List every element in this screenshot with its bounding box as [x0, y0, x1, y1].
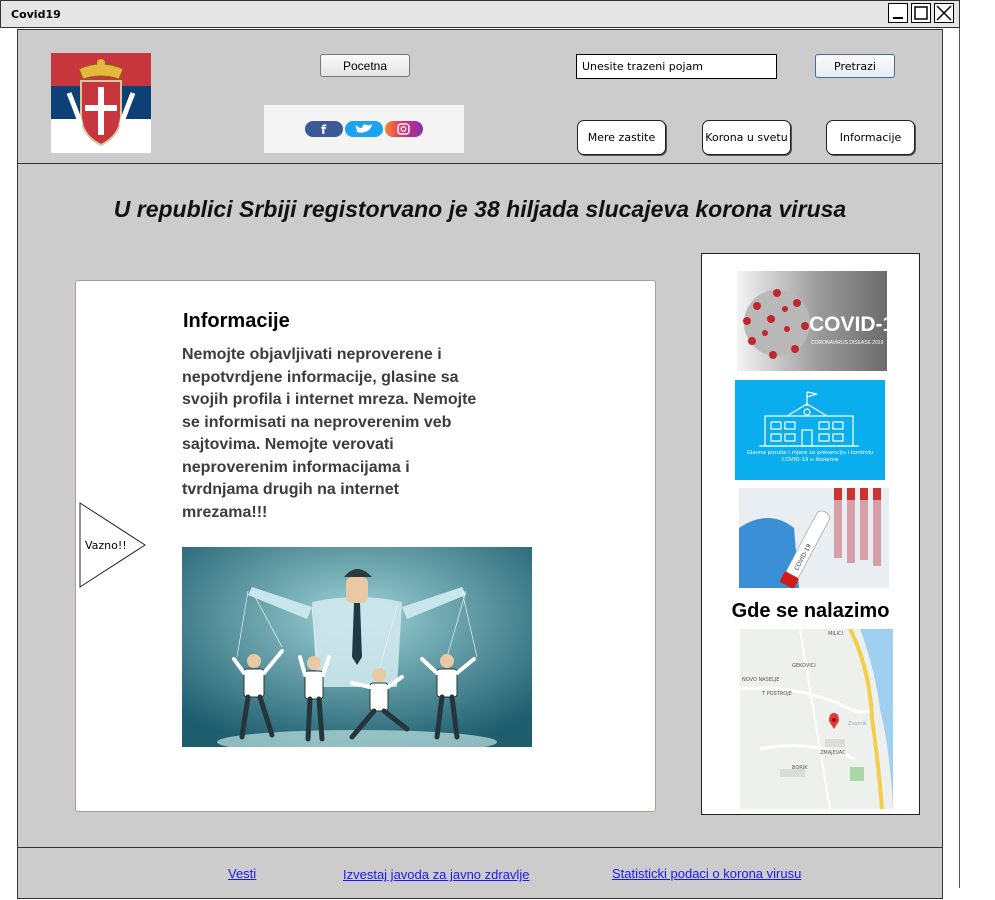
school-card-caption: Glavne poruke i mjere za prevenciju i ko…: [746, 450, 874, 463]
twitter-icon[interactable]: [345, 121, 383, 137]
search-button[interactable]: Pretrazi: [815, 54, 895, 78]
covid-banner-subtitle: CORONAVIRUS DISEASE 2019: [811, 340, 884, 346]
school-guidelines-image[interactable]: Glavne poruke i mjere za prevenciju i ko…: [735, 380, 885, 480]
window-title: Covid19: [11, 8, 61, 21]
minimize-button[interactable]: [888, 3, 908, 23]
serbia-flag-logo: [51, 53, 151, 153]
footer-link-izvestaj[interactable]: Izvestaj javoda za javno zdravlje: [343, 867, 529, 882]
maximize-button[interactable]: [911, 3, 931, 23]
nav-informacije[interactable]: Informacije: [826, 120, 915, 155]
social-links: f: [264, 105, 464, 153]
page-headline: U republici Srbiji registorvano je 38 hi…: [113, 196, 847, 222]
footer-link-vesti[interactable]: Vesti: [228, 866, 256, 881]
map-label-postroje: T POSTROJE: [761, 691, 792, 697]
search-input[interactable]: Unesite trazeni pojam: [576, 54, 777, 79]
nav-korona-u-svetu[interactable]: Korona u svetu: [702, 120, 791, 155]
header-divider: [18, 163, 942, 164]
puppet-illustration: [182, 547, 532, 754]
location-map[interactable]: MILICI GEKOVICI NOVO NASELJE T POSTROJE …: [740, 629, 893, 809]
covid19-banner-image[interactable]: COVID-19 CORONAVIRUS DISEASE 2019: [737, 271, 906, 371]
vazno-callout-text: Vazno!!: [85, 539, 127, 552]
close-icon: [936, 5, 952, 21]
covid-banner-title: COVID-19: [809, 313, 887, 336]
map-label-zmajevac: ZMAJEVAC: [820, 750, 846, 756]
footer-link-statisticki-podaci[interactable]: Statisticki podaci o korona virusu: [612, 866, 801, 881]
map-label-zvornik: Zvornik: [848, 721, 867, 727]
map-label-milici: MILICI: [828, 631, 843, 637]
svg-text:f: f: [321, 123, 327, 137]
minimize-icon: [893, 17, 903, 19]
nav-mere-zastite[interactable]: Mere zastite: [577, 120, 666, 155]
instagram-icon[interactable]: [385, 121, 423, 137]
maximize-icon: [914, 6, 928, 20]
info-title: Informacije: [183, 310, 290, 332]
map-label-gekovici: GEKOVICI: [792, 663, 816, 669]
window-titlebar: Covid19: [0, 0, 960, 28]
map-label-borik: BORIK: [792, 765, 808, 771]
facebook-icon[interactable]: f: [305, 121, 343, 137]
footer-divider: [18, 847, 942, 848]
close-button[interactable]: [934, 3, 954, 23]
home-button[interactable]: Pocetna: [320, 54, 410, 77]
map-label-novo-naselje: NOVO NASELJE: [742, 677, 779, 683]
map-section-title: Gde se nalazimo: [731, 600, 890, 622]
window-border: [959, 28, 960, 888]
covid-test-tube-image[interactable]: COVID-19: [739, 488, 889, 589]
info-text: Nemojte objavljivati neproverene i nepot…: [182, 346, 477, 521]
